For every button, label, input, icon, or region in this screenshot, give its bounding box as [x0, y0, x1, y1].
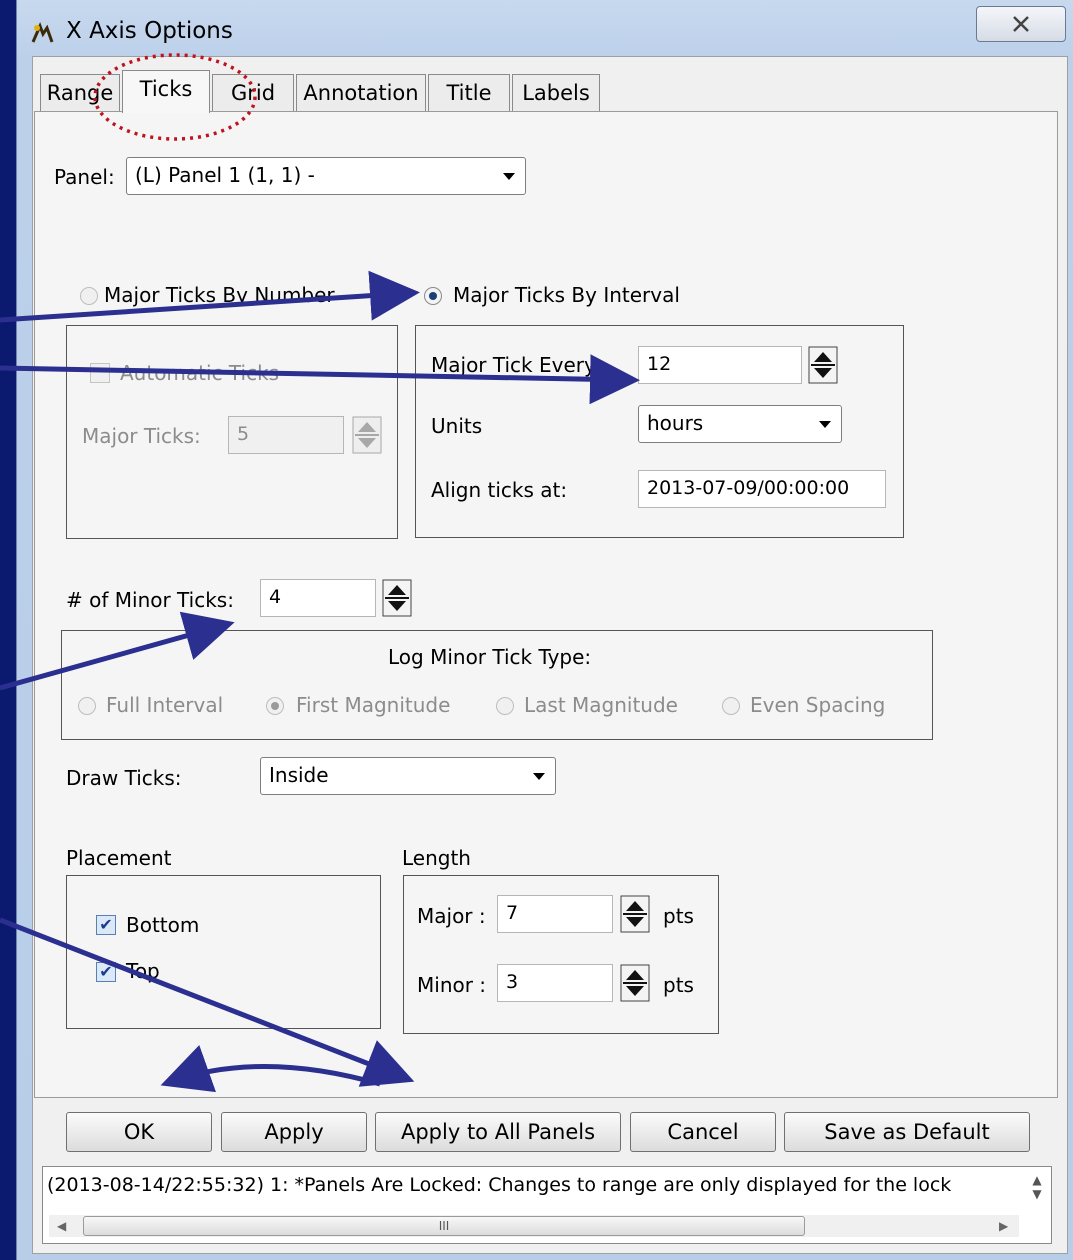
units-label: Units [431, 414, 483, 438]
chevron-down-icon [503, 173, 515, 180]
close-button[interactable] [976, 6, 1066, 42]
last-magnitude-label: Last Magnitude [524, 693, 678, 717]
panel-select-value: (L) Panel 1 (1, 1) - [135, 163, 315, 187]
status-hscroll[interactable]: ◀ III ▶ [49, 1215, 1019, 1237]
draw-ticks-select-value: Inside [269, 763, 329, 787]
cancel-button[interactable]: Cancel [630, 1112, 776, 1152]
length-minor-units: pts [663, 973, 694, 997]
chevron-down-icon [819, 421, 831, 428]
major-tick-every-spinner[interactable] [808, 346, 838, 384]
length-minor-spinner[interactable] [620, 964, 650, 1002]
top-checkbox[interactable]: ✔ [96, 962, 116, 982]
placement-title: Placement [66, 846, 172, 870]
major-tick-every-input[interactable]: 12 [638, 346, 802, 384]
align-ticks-input[interactable]: 2013-07-09/00:00:00 [638, 470, 886, 508]
close-icon [1013, 16, 1029, 32]
even-spacing-radio[interactable] [722, 697, 740, 715]
panel-select[interactable]: (L) Panel 1 (1, 1) - [126, 157, 526, 195]
length-major-units: pts [663, 904, 694, 928]
units-select[interactable]: hours [638, 405, 842, 443]
full-interval-radio[interactable] [78, 697, 96, 715]
first-magnitude-radio[interactable] [266, 697, 284, 715]
align-ticks-label: Align ticks at: [431, 478, 568, 502]
status-log: (2013-08-14/22:55:32) 1: *Panels Are Loc… [42, 1166, 1052, 1244]
length-major-label: Major : [417, 904, 486, 928]
panel-label: Panel: [54, 165, 115, 189]
even-spacing-label: Even Spacing [750, 693, 886, 717]
save-as-default-button[interactable]: Save as Default [784, 1112, 1030, 1152]
bottom-checkbox[interactable]: ✔ [96, 915, 116, 935]
status-vscroll[interactable]: ▲ ▼ [1027, 1173, 1047, 1203]
full-interval-label: Full Interval [106, 693, 224, 717]
length-minor-input[interactable]: 3 [497, 964, 613, 1002]
length-major-spinner[interactable] [620, 895, 650, 933]
apply-all-panels-button[interactable]: Apply to All Panels [375, 1112, 621, 1152]
apply-button[interactable]: Apply [221, 1112, 367, 1152]
status-text: (2013-08-14/22:55:32) 1: *Panels Are Loc… [47, 1174, 952, 1196]
ok-button[interactable]: OK [66, 1112, 212, 1152]
log-minor-tick-title: Log Minor Tick Type: [388, 645, 592, 669]
by-number-label: Major Ticks By Number [104, 283, 335, 307]
major-ticks-spinner[interactable] [352, 416, 382, 454]
by-interval-label: Major Ticks By Interval [453, 283, 680, 307]
tab-annotation[interactable]: Annotation [296, 74, 426, 111]
minor-ticks-spinner[interactable] [382, 579, 412, 617]
major-ticks-input[interactable]: 5 [228, 416, 344, 454]
by-number-radio[interactable] [80, 287, 98, 305]
major-tick-every-label: Major Tick Every: [431, 353, 602, 377]
by-interval-radio[interactable] [424, 287, 442, 305]
draw-ticks-select[interactable]: Inside [260, 757, 556, 795]
units-select-value: hours [647, 411, 704, 435]
major-ticks-label: Major Ticks: [82, 424, 201, 448]
minor-ticks-input[interactable]: 4 [260, 579, 376, 617]
top-label: Top [126, 959, 160, 983]
length-minor-label: Minor : [417, 973, 487, 997]
scroll-thumb[interactable]: III [83, 1216, 805, 1236]
length-major-input[interactable]: 7 [497, 895, 613, 933]
window-title: X Axis Options [66, 18, 233, 44]
tab-title[interactable]: Title [428, 74, 510, 111]
scroll-left-icon[interactable]: ◀ [57, 1219, 66, 1233]
chevron-down-icon [533, 773, 545, 780]
automatic-ticks-label: Automatic Ticks [120, 361, 280, 385]
last-magnitude-radio[interactable] [496, 697, 514, 715]
scroll-right-icon[interactable]: ▶ [999, 1219, 1008, 1233]
first-magnitude-label: First Magnitude [296, 693, 451, 717]
tab-grid[interactable]: Grid [212, 74, 294, 111]
app-icon [31, 22, 54, 43]
tab-labels[interactable]: Labels [512, 74, 600, 111]
placement-group [66, 875, 381, 1029]
bottom-label: Bottom [126, 913, 200, 937]
length-title: Length [402, 846, 471, 870]
automatic-ticks-checkbox[interactable] [90, 363, 110, 383]
tab-range[interactable]: Range [40, 74, 120, 111]
draw-ticks-label: Draw Ticks: [66, 766, 182, 790]
minor-ticks-label: # of Minor Ticks: [66, 588, 234, 612]
tab-ticks[interactable]: Ticks [122, 70, 210, 113]
